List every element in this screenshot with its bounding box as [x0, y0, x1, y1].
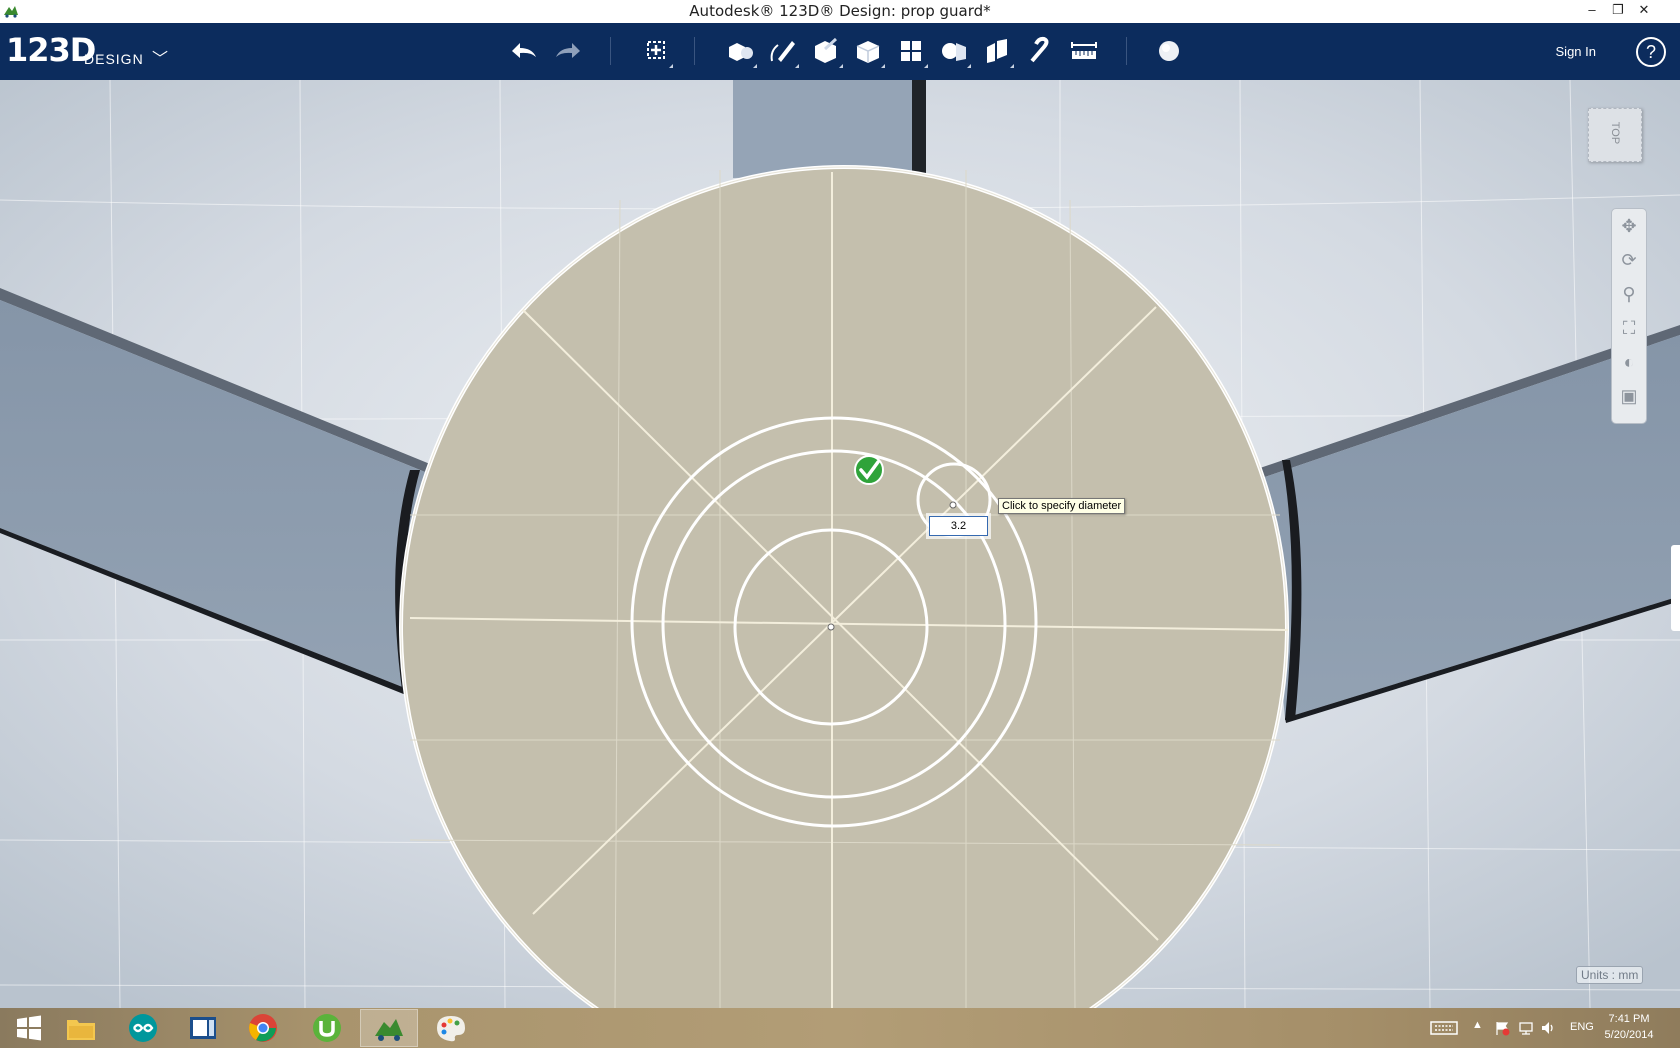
viewcube-face-label: TOP: [1609, 121, 1621, 145]
taskbar-utorrent[interactable]: [298, 1009, 356, 1047]
dropdown-triangle-icon: [753, 64, 757, 68]
undo-button[interactable]: [506, 33, 542, 69]
ruler-icon: [1071, 42, 1097, 59]
snap-magnet-icon: [1030, 36, 1049, 63]
units-indicator[interactable]: Units : mm: [1576, 966, 1644, 984]
transform-button[interactable]: [638, 33, 674, 69]
view-mode-icon: ◐: [1623, 351, 1635, 372]
window-title: Autodesk® 123D® Design: prop guard*: [689, 2, 991, 20]
action-center-flag-icon[interactable]: [1494, 1020, 1510, 1036]
viewcube[interactable]: TOP: [1588, 108, 1642, 162]
cube-icon: ▣: [1620, 385, 1638, 406]
side-panel-handle[interactable]: [1671, 545, 1680, 631]
navigation-bar: ✥ ⟳ ⚲ ⛶ ◐ ▣: [1611, 208, 1647, 424]
snap-point: [949, 501, 957, 509]
diameter-tooltip: Click to specify diameter: [998, 498, 1126, 514]
close-button[interactable]: ✕: [1630, 0, 1658, 22]
sign-in-link[interactable]: Sign In: [1556, 44, 1596, 59]
logo-text: DESIGN: [84, 51, 144, 67]
construct-button[interactable]: [808, 33, 844, 69]
toolbar-separator: [1126, 37, 1127, 65]
toolbar-separator: [610, 37, 611, 65]
system-clock[interactable]: 7:41 PM 5/20/2014: [1584, 1011, 1674, 1043]
taskbar-paint[interactable]: [422, 1009, 480, 1047]
redo-button[interactable]: [550, 33, 586, 69]
grouping-button[interactable]: [936, 33, 972, 69]
diameter-input[interactable]: 3.2: [929, 516, 988, 536]
window-titlebar: Autodesk® 123D® Design: prop guard* – ❐ …: [0, 0, 1680, 24]
redo-icon: [556, 43, 580, 58]
minimize-button[interactable]: –: [1578, 0, 1606, 22]
dropdown-triangle-icon: [967, 64, 971, 68]
volume-icon[interactable]: [1540, 1020, 1556, 1036]
dropdown-triangle-icon: [669, 64, 673, 68]
windows-logo-icon: [17, 1015, 41, 1041]
undo-icon: [512, 43, 536, 58]
taskbar-file-explorer[interactable]: [52, 1009, 110, 1047]
show-hidden-icons-button[interactable]: ▲: [1472, 1019, 1483, 1031]
dropdown-triangle-icon: [795, 64, 799, 68]
utorrent-icon: [313, 1014, 341, 1042]
fit-frame-icon: ⛶: [1622, 317, 1636, 338]
dropdown-triangle-icon: [881, 64, 885, 68]
network-icon[interactable]: [1518, 1020, 1534, 1036]
arduino-icon: [129, 1014, 157, 1042]
taskbar-chrome[interactable]: [234, 1009, 292, 1047]
dropdown-triangle-icon: [1010, 64, 1014, 68]
dropdown-triangle-icon: [839, 64, 843, 68]
scene-canvas[interactable]: [0, 80, 1680, 1008]
keyboard-icon[interactable]: [1430, 1021, 1458, 1035]
main-toolbar: 123D DESIGN ﹀ Sign In ?: [0, 23, 1680, 81]
clock-date: 5/20/2014: [1604, 1029, 1654, 1041]
arm-top: [733, 80, 918, 178]
taskbar-arduino[interactable]: [114, 1009, 172, 1047]
zoom-button[interactable]: ⚲: [1612, 277, 1646, 311]
logo-number: 123D: [6, 31, 96, 69]
combine-button[interactable]: [979, 33, 1015, 69]
windows-taskbar: ▲ ENG 7:41 PM 5/20/2014: [0, 1008, 1680, 1048]
primitives-button[interactable]: [722, 33, 758, 69]
document-icon: [190, 1017, 216, 1039]
material-sphere-icon: [1159, 41, 1179, 61]
pattern-button[interactable]: [893, 33, 929, 69]
folder-icon: [67, 1020, 95, 1040]
modify-button[interactable]: [850, 33, 886, 69]
chrome-icon: [249, 1014, 277, 1042]
help-button[interactable]: ?: [1636, 37, 1666, 67]
material-view-button[interactable]: ▣: [1612, 379, 1646, 413]
start-button[interactable]: [0, 1009, 58, 1047]
center-point: [827, 623, 835, 631]
zoom-magnifier-icon: ⚲: [1622, 283, 1636, 304]
sketch-button[interactable]: [764, 33, 800, 69]
restore-button[interactable]: ❐: [1604, 0, 1632, 22]
taskbar-123d-design[interactable]: [360, 1009, 418, 1047]
fit-button[interactable]: ⛶: [1612, 311, 1646, 345]
measure-button[interactable]: [1066, 33, 1102, 69]
toolbar-separator: [694, 37, 695, 65]
chevron-down-icon: ﹀: [152, 51, 169, 68]
paint-palette-icon: [437, 1016, 465, 1042]
app-menu-button[interactable]: 123D DESIGN ﹀: [6, 31, 168, 69]
pan-icon: ✥: [1621, 215, 1637, 236]
pan-button[interactable]: ✥: [1612, 209, 1646, 243]
dropdown-triangle-icon: [924, 64, 928, 68]
orbit-icon: ⟳: [1621, 249, 1637, 270]
confirm-check-icon: [854, 455, 884, 485]
3d-viewport[interactable]: [0, 80, 1680, 1008]
view-mode-button[interactable]: ◐: [1612, 345, 1646, 379]
taskbar-notepad[interactable]: [174, 1009, 232, 1047]
measure-snap-button[interactable]: [1022, 33, 1058, 69]
clock-time: 7:41 PM: [1608, 1013, 1650, 1025]
material-button[interactable]: [1151, 33, 1187, 69]
orbit-button[interactable]: ⟳: [1612, 243, 1646, 277]
arm-top-edge: [912, 80, 926, 178]
123d-app-icon: [375, 1019, 403, 1041]
